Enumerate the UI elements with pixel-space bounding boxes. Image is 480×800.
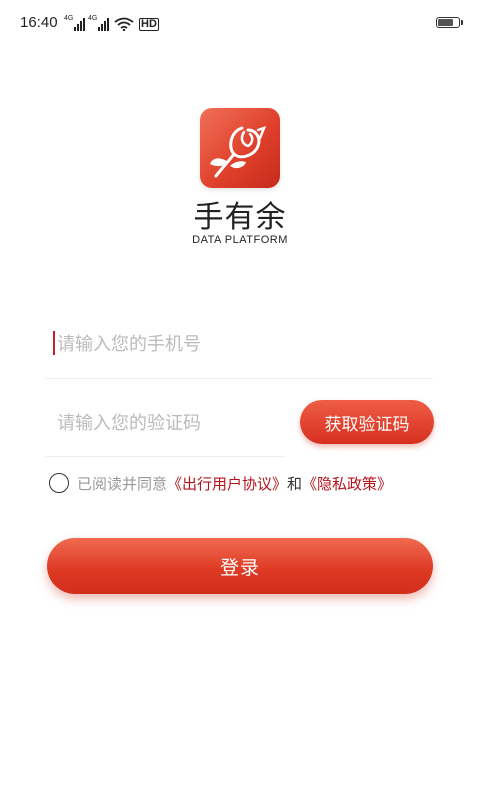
app-logo	[200, 108, 280, 188]
verification-code-input[interactable]	[55, 403, 279, 443]
code-field-underline	[45, 456, 285, 457]
status-time: 16:40	[20, 14, 58, 31]
brand-name: 手有余	[193, 200, 287, 235]
battery-icon	[436, 17, 463, 28]
agreement-and: 和	[287, 474, 303, 493]
user-agreement-link[interactable]: 《出行用户协议》	[167, 473, 287, 494]
flower-icon	[210, 125, 267, 178]
signal-icon-sim1: 4G	[64, 15, 85, 31]
agreement-radio[interactable]	[49, 473, 69, 493]
hd-icon: HD	[139, 18, 159, 31]
phone-field	[45, 318, 433, 379]
login-button[interactable]: 登录	[47, 538, 433, 594]
phone-input[interactable]	[55, 326, 419, 362]
agreement-row: 已阅读并同意 《出行用户协议》 和 《隐私政策》	[49, 471, 392, 495]
status-bar: 16:40 4G 4G HD	[0, 0, 480, 48]
brand-subtitle: DATA PLATFORM	[192, 234, 288, 246]
wifi-icon	[114, 17, 134, 31]
get-code-button[interactable]: 获取验证码	[300, 400, 434, 444]
agreement-prefix: 已阅读并同意	[77, 474, 168, 493]
status-icons: 4G 4G HD	[64, 15, 159, 31]
privacy-policy-link[interactable]: 《隐私政策》	[302, 473, 392, 494]
battery-level	[438, 19, 453, 26]
signal-icon-sim2: 4G	[88, 15, 109, 31]
